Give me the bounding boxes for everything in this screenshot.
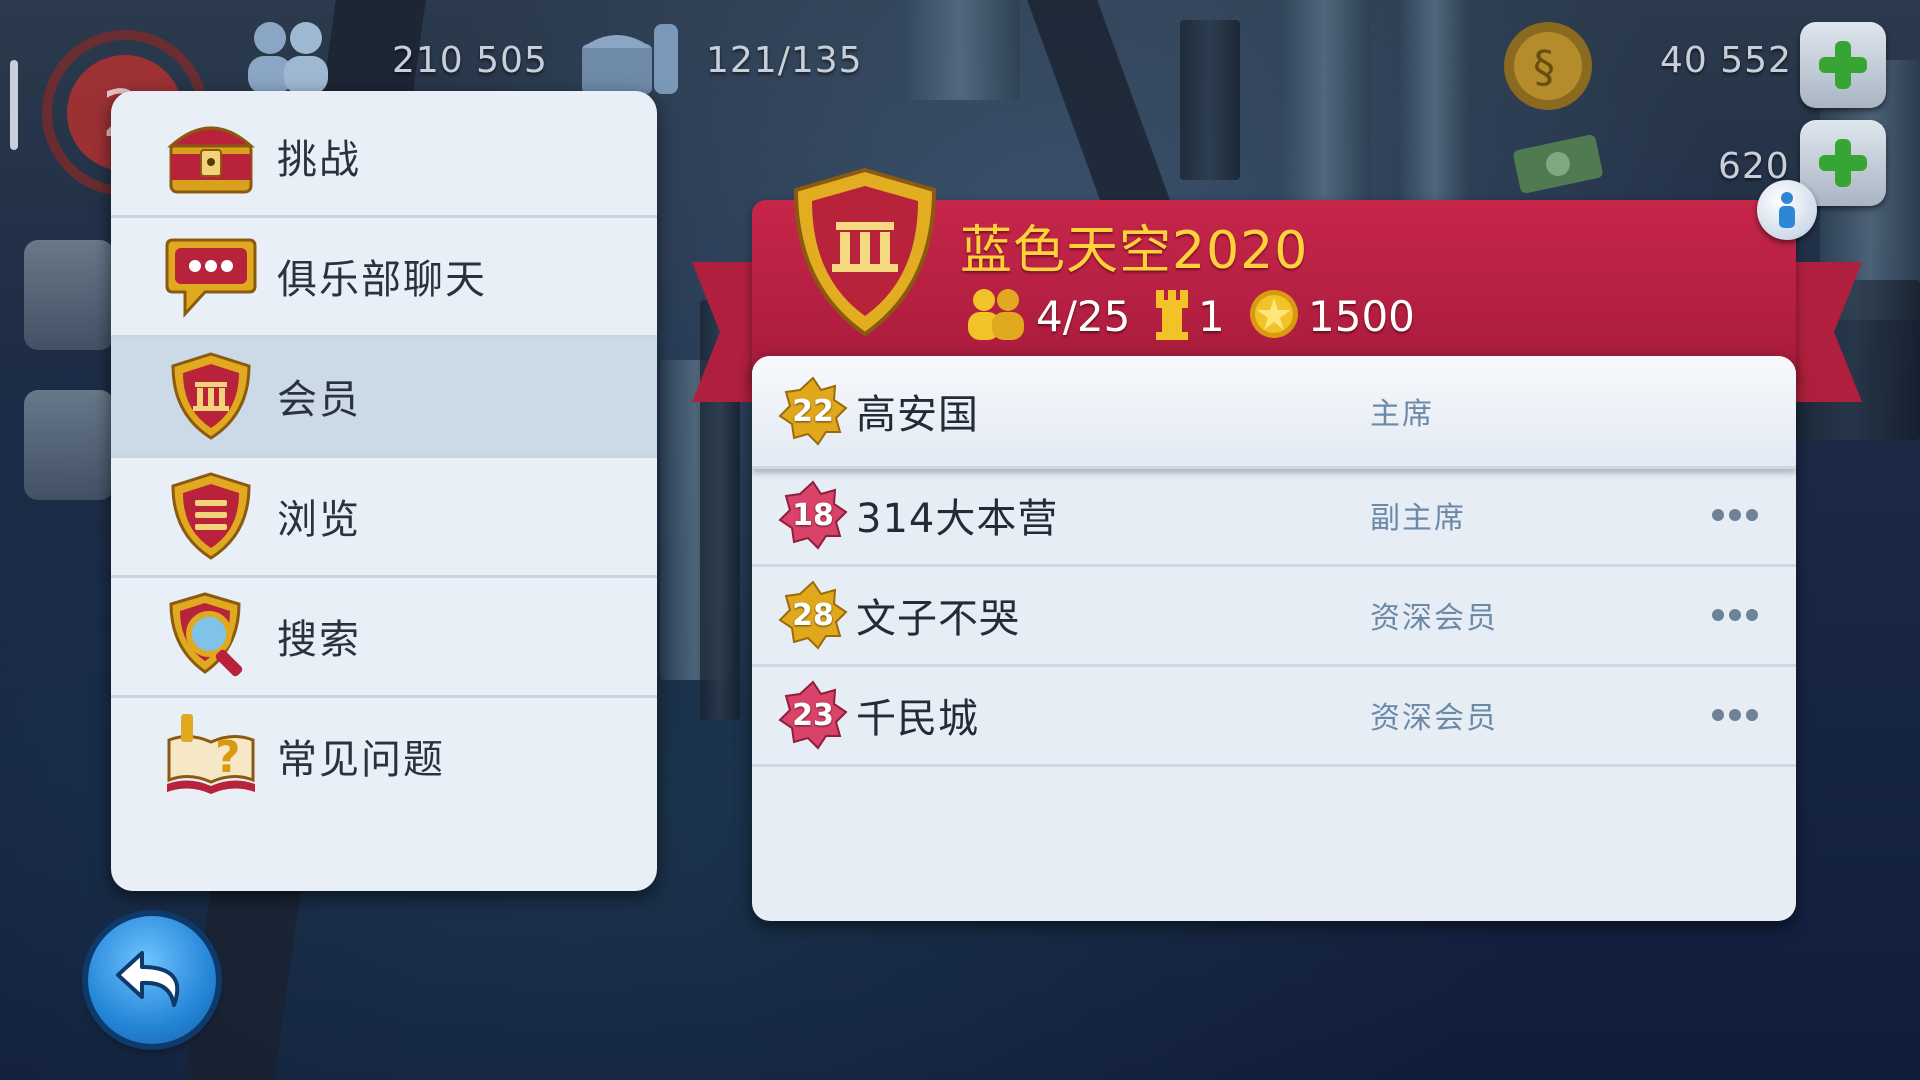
simoleon-coin-icon: § bbox=[1504, 22, 1592, 110]
members-count-icon bbox=[968, 289, 1024, 340]
member-options-button[interactable] bbox=[1712, 705, 1764, 725]
club-info-button[interactable] bbox=[1757, 180, 1817, 240]
menu-item-label: 挑战 bbox=[277, 137, 361, 183]
level-badge: 18 bbox=[778, 480, 848, 550]
svg-text:§: § bbox=[1533, 42, 1555, 93]
tools-button[interactable] bbox=[24, 240, 114, 350]
menu-item-search[interactable]: 搜索 bbox=[111, 577, 657, 698]
menu-item-label: 浏览 bbox=[277, 497, 361, 543]
chat-bubble-icon bbox=[165, 238, 257, 318]
member-name: 千民城 bbox=[856, 696, 979, 742]
level-badge: 22 bbox=[778, 376, 848, 446]
buy-simoleons-button[interactable] bbox=[1800, 22, 1886, 108]
menu-item-members[interactable]: 会员 bbox=[111, 337, 657, 458]
storage-value: 121/135 bbox=[706, 40, 863, 81]
member-row[interactable]: 28 文子不哭 资深会员 bbox=[752, 566, 1796, 667]
menu-item-club-chat[interactable]: 俱乐部聊天 bbox=[111, 217, 657, 338]
club-shield-icon bbox=[171, 352, 251, 440]
member-role: 资深会员 bbox=[1370, 601, 1498, 636]
member-row[interactable]: 22 高安国 主席 bbox=[752, 356, 1796, 469]
simoleon-value: 40 552 bbox=[1660, 40, 1792, 81]
faq-book-icon: ? bbox=[167, 714, 255, 794]
member-row[interactable]: 23 千民城 资深会员 bbox=[752, 666, 1796, 767]
menu-item-challenge[interactable]: 挑战 bbox=[111, 97, 657, 218]
buy-simcash-button[interactable] bbox=[1800, 120, 1886, 206]
population-icon bbox=[248, 22, 328, 94]
magnifier-shield-icon bbox=[169, 592, 243, 677]
level-badge: 28 bbox=[778, 580, 848, 650]
level-badge: 23 bbox=[778, 680, 848, 750]
storage-icon[interactable] bbox=[574, 14, 684, 94]
svg-text:?: ? bbox=[215, 732, 241, 783]
hud-divider bbox=[10, 60, 18, 150]
menu-item-faq[interactable]: ? 常见问题 bbox=[111, 697, 657, 815]
treasure-chest-icon bbox=[167, 126, 255, 194]
club-members-count: 4/25 bbox=[1036, 292, 1131, 341]
member-name: 314大本营 bbox=[856, 496, 1059, 542]
back-arrow-icon bbox=[116, 951, 180, 1007]
menu-item-label: 搜索 bbox=[277, 617, 361, 663]
member-role: 资深会员 bbox=[1370, 701, 1498, 736]
club-emblem-icon bbox=[793, 167, 937, 337]
member-name: 高安国 bbox=[856, 392, 979, 438]
list-shield-icon bbox=[171, 472, 251, 560]
member-name: 文子不哭 bbox=[856, 596, 1020, 642]
member-options-button[interactable] bbox=[1712, 505, 1764, 525]
member-role: 主席 bbox=[1370, 397, 1434, 432]
menu-item-label: 俱乐部聊天 bbox=[277, 257, 487, 303]
menu-item-label: 会员 bbox=[277, 377, 361, 423]
simcash-icon bbox=[1513, 134, 1603, 194]
club-name: 蓝色天空2020 bbox=[960, 221, 1309, 281]
member-row[interactable]: 18 314大本营 副主席 bbox=[752, 466, 1796, 567]
population-value: 210 505 bbox=[392, 40, 548, 81]
menu-item-label: 常见问题 bbox=[277, 737, 445, 783]
club-menu: 挑战 俱乐部聊天 会员 浏览 搜索 ? 常见问题 bbox=[111, 91, 657, 891]
member-role: 副主席 bbox=[1370, 501, 1466, 536]
club-towers-count: 1 bbox=[1198, 292, 1225, 341]
club-points-star-icon bbox=[1250, 290, 1298, 338]
menu-item-browse[interactable]: 浏览 bbox=[111, 457, 657, 578]
back-button[interactable] bbox=[88, 916, 216, 1044]
friends-button[interactable] bbox=[24, 390, 114, 500]
member-options-button[interactable] bbox=[1712, 605, 1764, 625]
tower-icon bbox=[1156, 290, 1188, 340]
member-list-panel: 22 高安国 主席 18 314大本营 副主席 28 文子不哭 资深会员 23 … bbox=[752, 356, 1796, 921]
info-person-icon bbox=[1779, 192, 1795, 228]
club-points: 1500 bbox=[1308, 292, 1415, 341]
